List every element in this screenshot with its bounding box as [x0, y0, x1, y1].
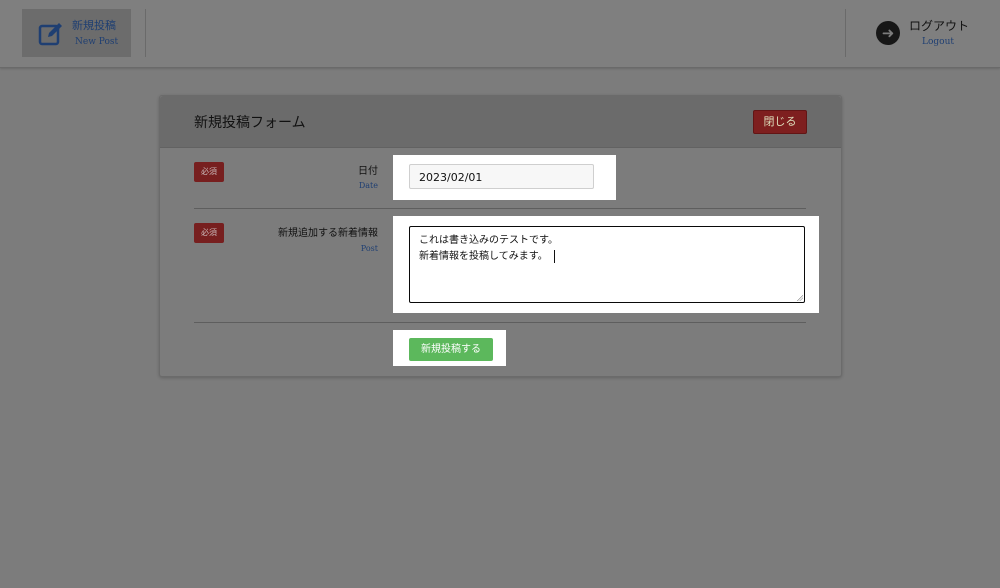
post-field-highlight: これは書き込みのテストです。 新着情報を投稿してみます。	[393, 216, 819, 313]
text-caret	[553, 249, 555, 263]
submit-post-button[interactable]: 新規投稿する	[409, 338, 493, 361]
date-field-highlight: 2023/02/01	[393, 155, 616, 200]
submit-highlight: 新規投稿する	[393, 330, 506, 366]
post-label: 新規追加する新着情報	[278, 228, 378, 239]
form-title: 新規投稿フォーム	[194, 115, 306, 131]
resize-handle-icon[interactable]	[797, 295, 803, 301]
edit-icon	[38, 23, 62, 46]
post-textarea[interactable]: これは書き込みのテストです。 新着情報を投稿してみます。	[409, 226, 805, 303]
required-badge: 必須	[194, 223, 224, 243]
close-button[interactable]: 閉じる	[753, 110, 807, 134]
new-post-nav-button[interactable]: 新規投稿 New Post	[22, 9, 131, 57]
nav-divider	[145, 9, 146, 57]
date-label: 日付	[358, 166, 378, 177]
date-sublabel: Date	[358, 181, 378, 190]
post-text-line: これは書き込みのテストです。	[419, 235, 558, 246]
top-navbar: 新規投稿 New Post ➜ ログアウト Logout	[0, 0, 1000, 68]
post-text-line: 新着情報を投稿してみます。	[419, 249, 795, 265]
row-divider	[194, 208, 806, 209]
arrow-right-circle-icon: ➜	[876, 21, 900, 45]
new-post-form-card: 新規投稿フォーム 閉じる 必須 日付 Date 2023/02/01 必須 新規…	[159, 95, 842, 377]
form-header: 新規投稿フォーム 閉じる	[160, 96, 841, 148]
required-badge: 必須	[194, 162, 224, 182]
logout-sublabel: Logout	[922, 37, 954, 47]
logout-nav-button[interactable]: ➜ ログアウト Logout	[870, 12, 980, 54]
new-post-label: 新規投稿	[72, 19, 116, 32]
nav-divider	[845, 9, 846, 57]
row-divider	[194, 322, 806, 323]
new-post-sublabel: New Post	[75, 37, 119, 47]
post-text-content: 新着情報を投稿してみます。	[419, 251, 548, 262]
logout-label: ログアウト	[909, 19, 970, 33]
date-input[interactable]: 2023/02/01	[409, 164, 594, 189]
post-sublabel: Post	[360, 244, 378, 253]
